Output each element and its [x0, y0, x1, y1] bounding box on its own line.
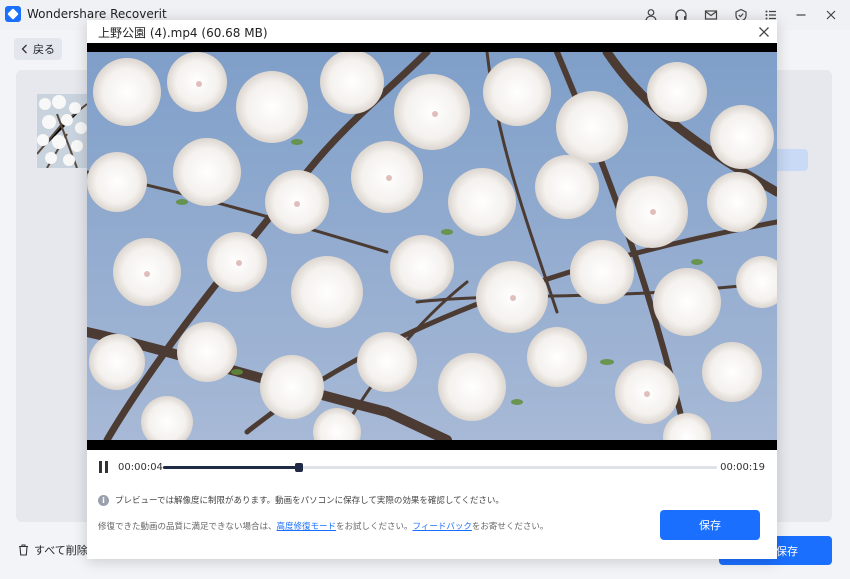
- save-label: 保存: [776, 544, 798, 558]
- app-title: Wondershare Recoverit: [27, 7, 167, 21]
- help-middle: をお試しください。: [336, 522, 413, 532]
- current-time: 00:00:04: [118, 462, 163, 473]
- help-prefix: 修復できた動画の品質に満足できない場合は、: [98, 522, 277, 532]
- dialog-save-label: 保存: [699, 519, 721, 532]
- seek-handle[interactable]: [295, 463, 304, 472]
- close-icon[interactable]: [816, 4, 846, 26]
- minimize-icon[interactable]: [786, 4, 816, 26]
- pause-icon[interactable]: [98, 461, 109, 473]
- seek-bar[interactable]: [163, 463, 717, 472]
- seek-bar-progress: [163, 466, 300, 469]
- trash-icon: [19, 544, 28, 556]
- video-frame[interactable]: [87, 43, 777, 450]
- chevron-left-icon: [21, 44, 27, 54]
- dialog-title: 上野公園 (4).mp4 (60.68 MB): [98, 26, 268, 40]
- info-icon: i: [98, 494, 109, 506]
- save-button[interactable]: 保存: [660, 510, 760, 540]
- delete-all-button[interactable]: すべて削除: [18, 542, 88, 558]
- help-suffix: をお寄せください。: [471, 522, 549, 532]
- video-preview-dialog: 上野公園 (4).mp4 (60.68 MB) 00:00:04 00:00:1…: [87, 20, 777, 559]
- resolution-notice: i プレビューでは解像度に制限があります。動画をパソコンに保存して実際の効果を確…: [98, 494, 504, 506]
- advanced-repair-link[interactable]: 高度修復モード: [277, 522, 337, 532]
- help-text: 修復できた動画の品質に満足できない場合は、高度修復モードをお試しください。フィー…: [98, 520, 548, 532]
- delete-all-label: すべて削除: [34, 544, 88, 557]
- player-controls: 00:00:04 00:00:19: [87, 457, 777, 477]
- total-time: 00:00:19: [720, 462, 765, 473]
- back-label: 戻る: [33, 43, 55, 56]
- resolution-notice-text: プレビューでは解像度に制限があります。動画をパソコンに保存して実際の効果を確認し…: [115, 496, 504, 506]
- back-button[interactable]: 戻る: [14, 38, 62, 60]
- video-thumbnail[interactable]: [37, 94, 87, 168]
- feedback-link[interactable]: フィードバック: [413, 522, 472, 532]
- recoverit-logo-icon: [5, 6, 21, 22]
- dialog-close-icon[interactable]: [755, 23, 773, 41]
